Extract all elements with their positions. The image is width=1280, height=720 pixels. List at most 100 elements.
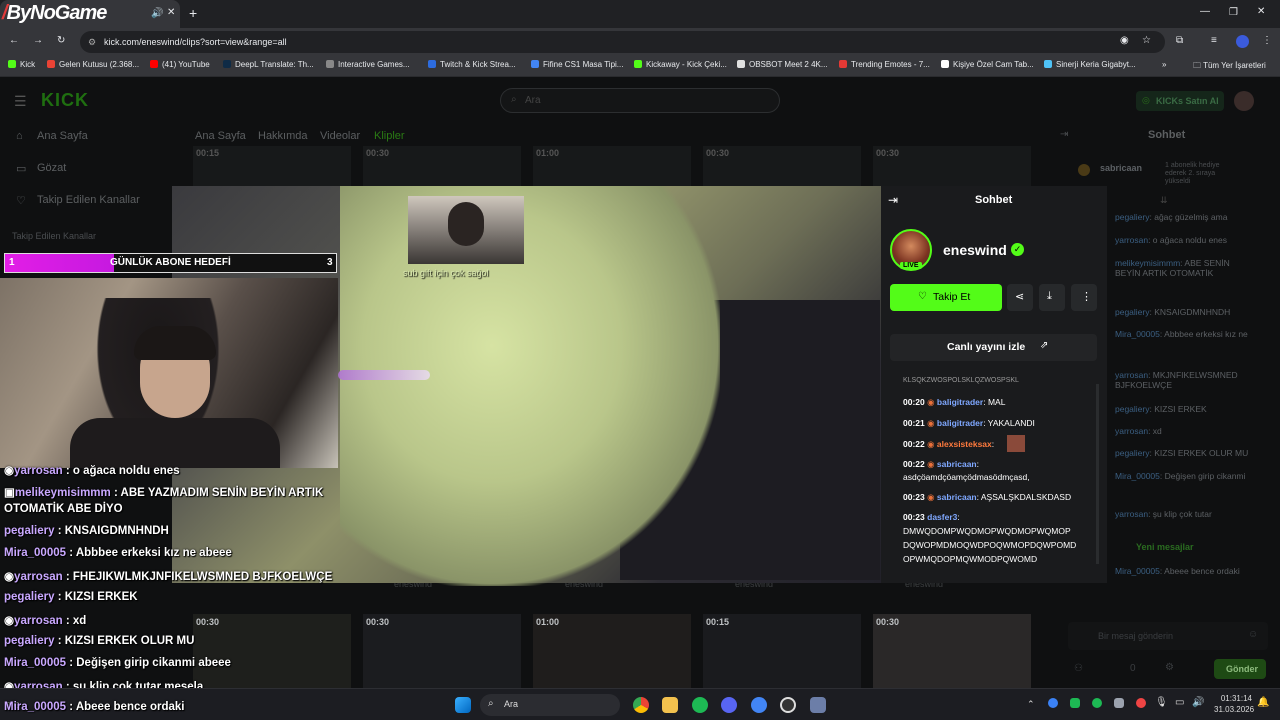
tray-record-icon[interactable]: [1136, 698, 1146, 708]
search-input[interactable]: ⌕ Ara: [500, 88, 780, 113]
right-chat-line: pegaliery: KIZSI ERKEK: [1115, 404, 1207, 414]
network-icon[interactable]: ▭: [1175, 697, 1184, 708]
clip-thumbnail[interactable]: 00:30: [873, 146, 1031, 186]
download-button[interactable]: ⤓: [1039, 284, 1065, 311]
clip-thumbnail[interactable]: 00:15: [703, 614, 861, 688]
tray-app-icon[interactable]: [1048, 698, 1058, 708]
spotify-icon[interactable]: [692, 697, 708, 713]
sidebar-item-browse[interactable]: Gözat: [37, 162, 66, 174]
more-options-button[interactable]: ⋮: [1071, 284, 1097, 311]
close-window-icon[interactable]: ✕: [1257, 6, 1265, 17]
tab-bar: /ByNoGame 🔊 ✕ + — ❐ ✕: [0, 0, 1280, 28]
url-field[interactable]: ⚙ kick.com/eneswind/clips?sort=view&rang…: [80, 31, 1165, 53]
tab-about[interactable]: Hakkımda: [258, 130, 308, 142]
more-bookmarks-icon[interactable]: »: [1162, 60, 1166, 69]
chat-scrollbar[interactable]: [1096, 384, 1099, 564]
profile-avatar[interactable]: [1236, 35, 1249, 48]
close-tab-icon[interactable]: ✕: [167, 7, 175, 18]
start-icon[interactable]: [455, 697, 471, 713]
channel-name[interactable]: eneswind: [943, 242, 1007, 258]
tray-steam-icon[interactable]: [1114, 698, 1124, 708]
tray-chevron-icon[interactable]: ⌃: [1027, 699, 1035, 710]
bookmark-item[interactable]: Sinerji Keria Gigabyt...: [1044, 60, 1136, 69]
minimize-icon[interactable]: —: [1200, 6, 1210, 17]
chrome-profile-icon[interactable]: [751, 697, 767, 713]
follow-button[interactable]: ♡ Takip Et: [890, 284, 1002, 311]
verified-icon: ✓: [1011, 243, 1024, 256]
tray-app-icon[interactable]: [1070, 698, 1080, 708]
collapse-chat-icon[interactable]: ⇥: [888, 193, 898, 207]
bookmark-item[interactable]: Twitch & Kick Strea...: [428, 60, 516, 69]
kick-logo[interactable]: KICK: [41, 90, 89, 111]
site-info-icon[interactable]: ⚙: [88, 31, 96, 53]
right-chat-line: pegaliery: KNSAIGDMNHNDH: [1115, 307, 1231, 317]
chat-input[interactable]: Bir mesaj gönderin ☺: [1068, 622, 1268, 650]
clip-thumbnail[interactable]: 00:30: [873, 614, 1031, 688]
more-icon: ⋮: [1081, 291, 1092, 303]
bookmark-star-icon[interactable]: ☆: [1142, 35, 1151, 46]
discord-icon[interactable]: [721, 697, 737, 713]
bookmark-item[interactable]: DeepL Translate: Th...: [223, 60, 314, 69]
clip-chat-message: 00:21 ◉ baligitrader: YAKALANDI: [903, 418, 1035, 428]
menu-icon[interactable]: ⋮: [1262, 35, 1272, 46]
clip-thumbnail[interactable]: 00:15: [193, 146, 351, 186]
watch-live-button[interactable]: Canlı yayını izle ⇗: [890, 334, 1097, 361]
notifications-icon[interactable]: 🔔: [1257, 697, 1269, 708]
all-bookmarks[interactable]: 🗀 Tüm Yer İşaretleri: [1193, 60, 1266, 74]
obs-icon[interactable]: [780, 697, 796, 713]
tray-spotify-icon[interactable]: [1092, 698, 1102, 708]
taskbar-search[interactable]: ⌕ Ara: [480, 694, 620, 716]
clock-time[interactable]: 01:31:14: [1220, 694, 1252, 703]
share-button[interactable]: ⋖: [1007, 284, 1033, 311]
clip-thumbnail[interactable]: 01:00: [533, 614, 691, 688]
clip-chat-message: 00:22 ◉ sabricaan:: [903, 459, 979, 469]
app-icon[interactable]: [810, 697, 826, 713]
volume-icon[interactable]: 🔊: [1192, 697, 1204, 708]
hamburger-icon[interactable]: ☰: [14, 93, 27, 110]
tab-videos[interactable]: Videolar: [320, 130, 360, 142]
tab-home[interactable]: Ana Sayfa: [195, 130, 246, 142]
bookmark-item[interactable]: Fifine CS1 Masa Tipi...: [531, 60, 623, 69]
back-icon[interactable]: ←: [9, 35, 19, 46]
bookmark-item[interactable]: Interactive Games...: [326, 60, 410, 69]
restore-icon[interactable]: ❐: [1229, 7, 1238, 18]
forward-icon[interactable]: →: [33, 35, 43, 46]
clip-chat-title: Sohbet: [975, 194, 1013, 206]
clip-thumbnail[interactable]: 00:30: [363, 614, 521, 688]
bookmark-item[interactable]: Kickaway - Kick Çeki...: [634, 60, 727, 69]
emoji-icon[interactable]: ☺: [1248, 629, 1258, 640]
bookmark-item[interactable]: Kişiye Özel Cam Tab...: [941, 60, 1034, 69]
clock-date[interactable]: 31.03.2026: [1214, 705, 1254, 714]
user-avatar[interactable]: [1234, 91, 1254, 111]
clip-chat-message-cont: DQWOPMDMOQWDPOQWMOPDQWPOMD: [903, 540, 1077, 550]
bookmark-item[interactable]: Trending Emotes - 7...: [839, 60, 930, 69]
eye-off-icon[interactable]: ◉: [1120, 35, 1129, 46]
send-button[interactable]: Gönder: [1214, 659, 1266, 679]
bookmark-item[interactable]: OBSBOT Meet 2 4K...: [737, 60, 828, 69]
media-icon[interactable]: ≡: [1211, 35, 1217, 46]
right-chat-line: yarrosan: o ağaca noldu enes: [1115, 235, 1228, 245]
clip-thumbnail[interactable]: 01:00: [533, 146, 691, 186]
bookmark-item[interactable]: Gelen Kutusu (2.368...: [47, 60, 139, 69]
clip-thumbnail[interactable]: 00:30: [363, 146, 521, 186]
tab-clips[interactable]: Klipler: [374, 130, 405, 142]
extensions-icon[interactable]: ⧉: [1176, 35, 1183, 46]
reload-icon[interactable]: ↻: [57, 35, 65, 46]
microphone-icon[interactable]: 🎙: [1155, 697, 1168, 708]
bookmark-item[interactable]: (41) YouTube: [150, 60, 210, 69]
clip-thumbnail[interactable]: 00:30: [193, 614, 351, 688]
followed-header: Takip Edilen Kanallar: [12, 231, 97, 241]
settings-icon[interactable]: ⚙: [1165, 662, 1174, 673]
bookmark-item[interactable]: Kick: [8, 60, 35, 69]
collapse-chat-icon[interactable]: ⇥: [1060, 129, 1068, 140]
buy-kicks-button[interactable]: ◎ KICKs Satın Al: [1136, 91, 1224, 111]
clip-thumbnail[interactable]: 00:30: [703, 146, 861, 186]
gift-badge-icon: [1078, 164, 1090, 176]
sidebar-item-home[interactable]: Ana Sayfa: [37, 130, 88, 142]
file-explorer-icon[interactable]: [662, 697, 678, 713]
goal-current: 1: [9, 257, 15, 268]
new-tab-icon[interactable]: +: [189, 5, 197, 21]
chrome-icon[interactable]: [633, 697, 649, 713]
browse-icon: ▭: [16, 163, 27, 175]
sidebar-item-following[interactable]: Takip Edilen Kanallar: [37, 194, 140, 206]
